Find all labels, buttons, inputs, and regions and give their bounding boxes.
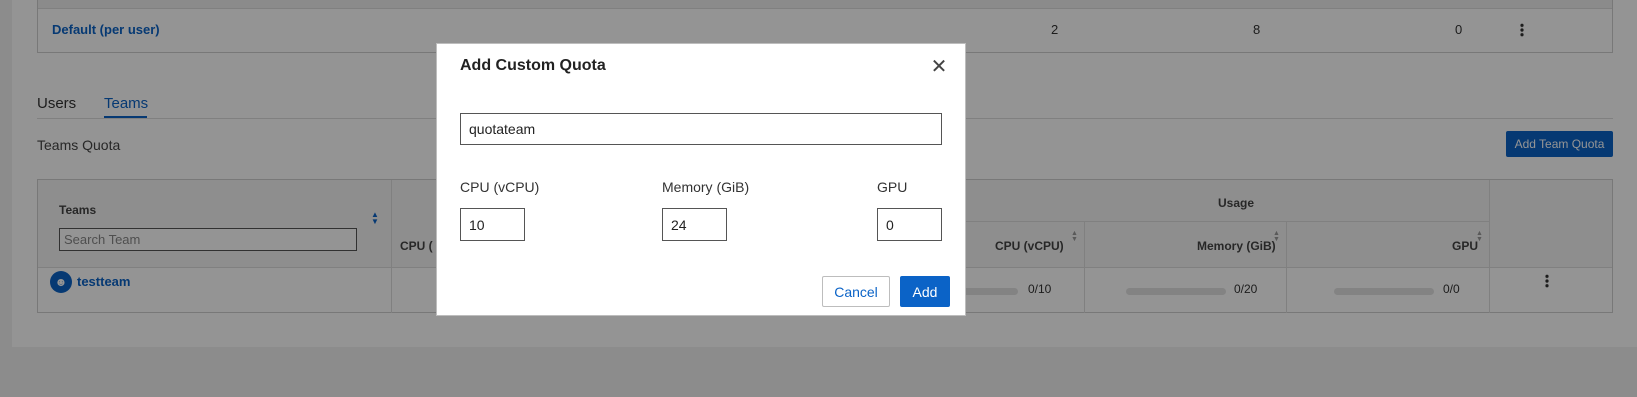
cpu-field-label: CPU (vCPU): [460, 179, 540, 195]
cpu-field[interactable]: [460, 208, 525, 241]
add-custom-quota-dialog: Add Custom Quota ✕ CPU (vCPU) Memory (Gi…: [436, 43, 966, 316]
gpu-field[interactable]: [877, 208, 942, 241]
cancel-button[interactable]: Cancel: [822, 276, 890, 307]
dialog-title: Add Custom Quota: [460, 57, 606, 74]
quota-name-input[interactable]: [460, 113, 942, 145]
gpu-field-label: GPU: [877, 179, 908, 195]
close-icon[interactable]: ✕: [930, 56, 948, 76]
memory-field-label: Memory (GiB): [662, 179, 750, 195]
memory-field[interactable]: [662, 208, 727, 241]
add-button[interactable]: Add: [900, 276, 950, 307]
